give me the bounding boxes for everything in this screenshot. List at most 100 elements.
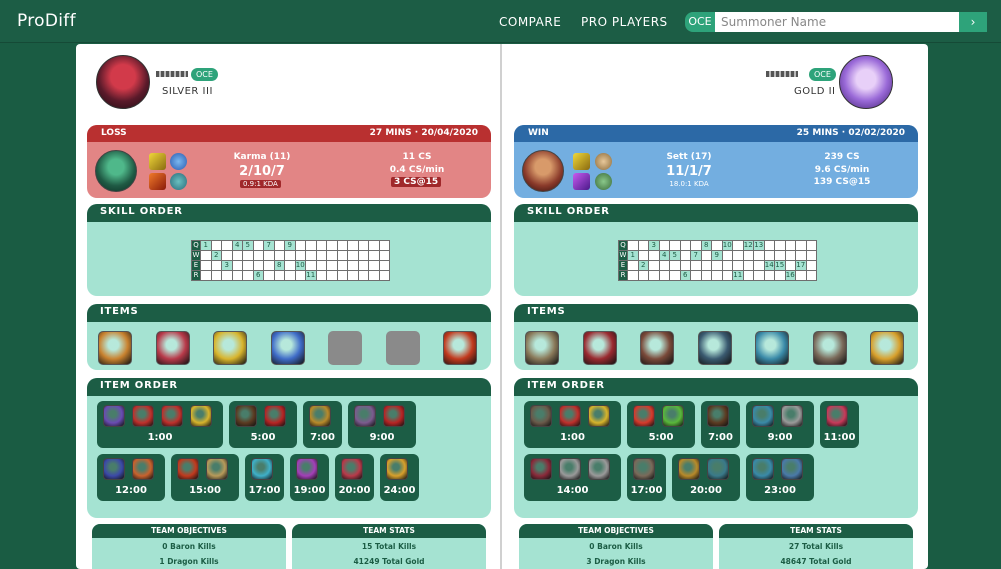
skill-level-cell	[795, 250, 807, 261]
skill-level-cell: 11	[732, 270, 744, 281]
item-icon[interactable]	[341, 458, 363, 480]
champion-name: Karma (11)	[233, 152, 291, 162]
empty-item-slot[interactable]	[385, 331, 420, 365]
section-header: ITEMS	[87, 304, 491, 322]
item-icon[interactable]	[870, 331, 904, 365]
skill-level-cell	[263, 270, 275, 281]
section-header: ITEM ORDER	[514, 378, 918, 396]
item-icon[interactable]	[103, 458, 125, 480]
item-icon[interactable]	[530, 458, 552, 480]
skill-level-cell	[210, 240, 222, 251]
summoner-spell-icon	[573, 153, 590, 170]
item-icon[interactable]	[309, 405, 331, 427]
item-icon[interactable]	[678, 458, 700, 480]
team-objectives-header: TEAM OBJECTIVES	[92, 524, 286, 538]
item-icon[interactable]	[588, 405, 610, 427]
skill-level-cell: 1	[627, 250, 639, 261]
item-icon[interactable]	[781, 405, 803, 427]
skill-key: R	[191, 270, 201, 281]
item-icon[interactable]	[588, 458, 610, 480]
skill-level-cell	[679, 260, 691, 271]
item-icon[interactable]	[155, 331, 190, 365]
nav-compare-link[interactable]: COMPARE	[499, 15, 561, 29]
item-icon[interactable]	[386, 458, 408, 480]
rune-icon	[170, 173, 187, 190]
item-icon[interactable]	[213, 331, 247, 365]
item-icon[interactable]	[443, 331, 477, 365]
item-icon[interactable]	[190, 405, 212, 427]
item-icon[interactable]	[270, 331, 305, 365]
skill-level-cell	[305, 260, 317, 271]
item-icon[interactable]	[697, 331, 732, 365]
nav-pro-players-link[interactable]: PRO PLAYERS	[581, 15, 668, 29]
skill-level-cell	[200, 250, 212, 261]
item-icon[interactable]	[707, 405, 729, 427]
item-icon[interactable]	[633, 405, 655, 427]
item-icon[interactable]	[662, 405, 684, 427]
skill-level-cell	[368, 260, 380, 271]
rune-icon	[595, 173, 612, 190]
skill-level-cell	[711, 240, 723, 251]
item-icon[interactable]	[177, 458, 199, 480]
item-icon[interactable]	[132, 405, 154, 427]
app-logo[interactable]: ProDiff	[17, 11, 76, 31]
item-icon[interactable]	[161, 405, 183, 427]
skill-level-cell	[711, 260, 723, 271]
player-name-censored	[156, 71, 188, 77]
team-stats-header: TEAM STATS	[719, 524, 913, 538]
item-icon[interactable]	[103, 405, 125, 427]
item-icon[interactable]	[206, 458, 228, 480]
item-icon[interactable]	[752, 458, 774, 480]
section-header: SKILL ORDER	[514, 204, 918, 222]
skill-order-panel: SKILL ORDER Q 1 4 5 7 9 W 2 E 3 8 10 R 6 11	[87, 204, 491, 296]
skill-level-cell: 2	[637, 260, 649, 271]
item-icon[interactable]	[755, 331, 789, 365]
item-icon[interactable]	[582, 331, 617, 365]
top-navbar: ProDiff COMPARE PRO PLAYERS OCE ›	[0, 0, 1001, 43]
region-selector[interactable]: OCE	[685, 12, 715, 32]
skill-level-cell	[252, 260, 264, 271]
skill-level-cell	[221, 270, 233, 281]
item-icon[interactable]	[251, 458, 273, 480]
item-icon[interactable]	[707, 458, 729, 480]
item-icon[interactable]	[98, 331, 132, 365]
player-avatar	[839, 55, 893, 109]
champion-portrait	[95, 150, 137, 192]
item-icon[interactable]	[559, 458, 581, 480]
skill-level-cell	[242, 270, 254, 281]
skill-level-cell	[637, 240, 649, 251]
item-icon[interactable]	[633, 458, 655, 480]
region-badge: OCE	[809, 68, 836, 81]
skill-level-cell: 11	[305, 270, 317, 281]
item-icon[interactable]	[264, 405, 286, 427]
skill-level-cell	[305, 240, 317, 251]
result-label: WIN	[528, 128, 549, 138]
search-submit-button[interactable]: ›	[959, 12, 987, 32]
skill-row-w: W1 4579	[618, 250, 817, 261]
item-icon[interactable]	[530, 405, 552, 427]
skill-level-cell: 5	[669, 250, 681, 261]
skill-level-cell	[347, 270, 359, 281]
item-icon[interactable]	[781, 458, 803, 480]
skill-level-cell	[795, 270, 807, 281]
item-icon[interactable]	[559, 405, 581, 427]
item-purchase-group: 12:00	[97, 454, 165, 501]
item-icon[interactable]	[826, 405, 848, 427]
skill-level-cell	[294, 240, 306, 251]
item-icon[interactable]	[235, 405, 257, 427]
item-icon[interactable]	[752, 405, 774, 427]
item-icon[interactable]	[640, 331, 674, 365]
item-icon[interactable]	[383, 405, 405, 427]
empty-item-slot[interactable]	[328, 331, 362, 365]
dragon-kills: 3 Dragon Kills	[586, 557, 646, 566]
item-icon[interactable]	[812, 331, 847, 365]
skill-level-cell	[210, 260, 222, 271]
item-icon[interactable]	[354, 405, 376, 427]
summoner-name-input[interactable]	[715, 12, 959, 32]
item-purchase-group: 11:00	[820, 401, 859, 448]
item-icon[interactable]	[132, 458, 154, 480]
item-icon[interactable]	[525, 331, 559, 365]
skill-level-cell: 6	[679, 270, 691, 281]
item-icon[interactable]	[296, 458, 318, 480]
skill-row-q: Q1 4579	[191, 240, 390, 251]
